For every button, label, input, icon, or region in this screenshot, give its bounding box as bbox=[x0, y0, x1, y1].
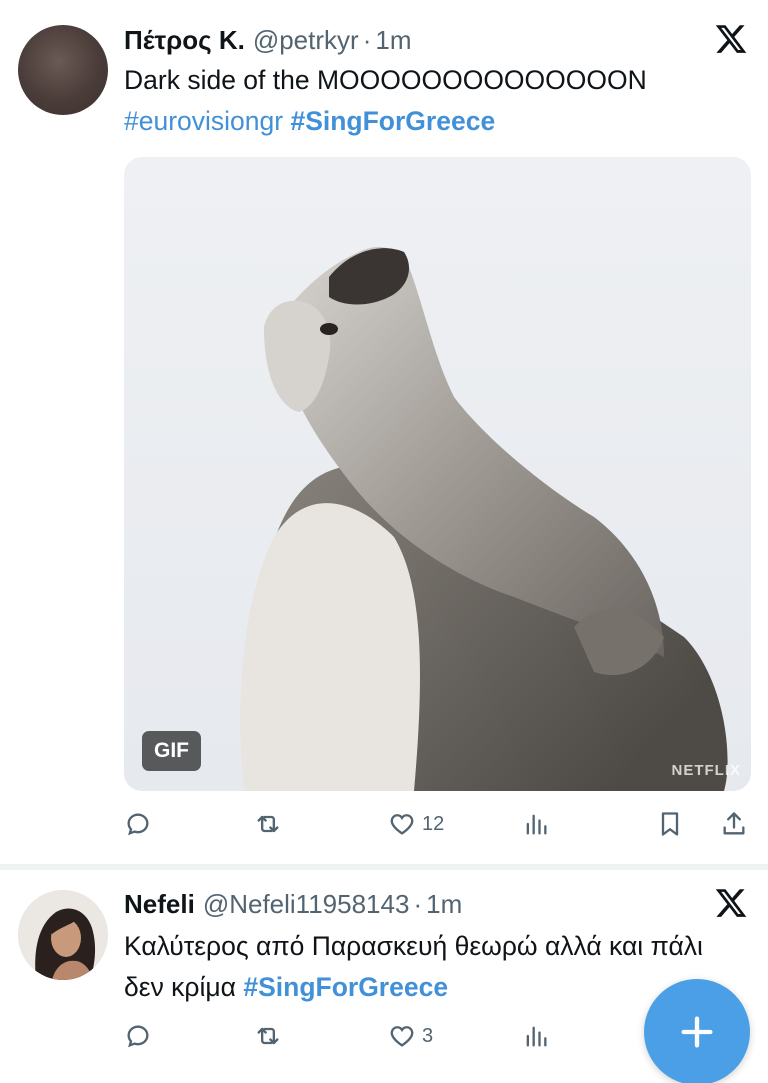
tweet-text: Καλύτερος από Παρασκευή θεωρώ αλλά και π… bbox=[124, 926, 744, 1008]
share-icon bbox=[723, 812, 745, 835]
views-button[interactable] bbox=[522, 1018, 550, 1054]
wolf-howling-image bbox=[240, 247, 728, 791]
plus-icon bbox=[681, 1016, 713, 1048]
reply-icon bbox=[127, 1025, 149, 1048]
tweet[interactable]: Πέτρος Κ. @petrkyr · 1m Dark side of the… bbox=[0, 0, 768, 864]
avatar-photo bbox=[18, 890, 108, 980]
views-icon bbox=[526, 1026, 547, 1047]
hashtag-link[interactable]: #SingForGreece bbox=[290, 106, 495, 136]
reply-button[interactable] bbox=[124, 1018, 158, 1054]
views-button[interactable] bbox=[522, 806, 550, 842]
x-logo-icon bbox=[715, 25, 747, 53]
tweet-header: Nefeli @Nefeli11958143 · 1m bbox=[124, 884, 462, 924]
retweet-icon bbox=[257, 815, 279, 833]
user-handle[interactable]: @petrkyr bbox=[253, 25, 359, 56]
compose-button[interactable] bbox=[644, 979, 750, 1083]
tweet-text: Dark side of the MOOOOOOOOOOOOOON #eurov… bbox=[124, 60, 744, 142]
like-button[interactable]: 12 bbox=[388, 806, 444, 842]
reply-icon bbox=[127, 813, 149, 836]
reply-button[interactable] bbox=[124, 806, 158, 842]
x-logo-icon bbox=[715, 889, 747, 917]
retweet-button[interactable] bbox=[254, 806, 288, 842]
tweet-header: Πέτρος Κ. @petrkyr · 1m bbox=[124, 20, 411, 60]
like-count: 3 bbox=[422, 1024, 434, 1047]
display-name[interactable]: Πέτρος Κ. bbox=[124, 25, 245, 56]
gif-badge: GIF bbox=[142, 731, 201, 771]
tweet-text-line: Dark side of the MOOOOOOOOOOOOOON bbox=[124, 65, 647, 95]
timestamp[interactable]: 1m bbox=[375, 25, 411, 56]
heart-icon bbox=[390, 1026, 414, 1047]
retweet-button[interactable] bbox=[254, 1018, 288, 1054]
avatar[interactable] bbox=[18, 25, 108, 115]
heart-icon bbox=[390, 814, 414, 835]
timestamp[interactable]: 1m bbox=[426, 889, 462, 920]
hashtag-row: #eurovisiongr #SingForGreece bbox=[124, 101, 744, 142]
display-name[interactable]: Nefeli bbox=[124, 889, 195, 920]
separator-dot: · bbox=[413, 888, 423, 919]
avatar[interactable] bbox=[18, 890, 108, 980]
separator-dot: · bbox=[362, 24, 372, 55]
like-button[interactable]: 3 bbox=[388, 1018, 433, 1054]
gif-media[interactable]: GIF NETFLIX bbox=[124, 157, 751, 791]
tweet-actions: 12 bbox=[124, 806, 754, 842]
views-icon bbox=[526, 814, 547, 835]
like-count: 12 bbox=[422, 812, 445, 835]
bookmark-icon bbox=[661, 812, 679, 836]
netflix-watermark: NETFLIX bbox=[671, 762, 741, 779]
hashtag-link[interactable]: #eurovisiongr bbox=[124, 106, 283, 136]
user-handle[interactable]: @Nefeli11958143 bbox=[203, 889, 410, 920]
retweet-icon bbox=[257, 1027, 279, 1045]
share-button[interactable] bbox=[720, 806, 748, 842]
hashtag-link[interactable]: #SingForGreece bbox=[243, 972, 448, 1002]
bookmark-button[interactable] bbox=[656, 806, 684, 842]
timeline-feed: Πέτρος Κ. @petrkyr · 1m Dark side of the… bbox=[0, 0, 768, 1083]
